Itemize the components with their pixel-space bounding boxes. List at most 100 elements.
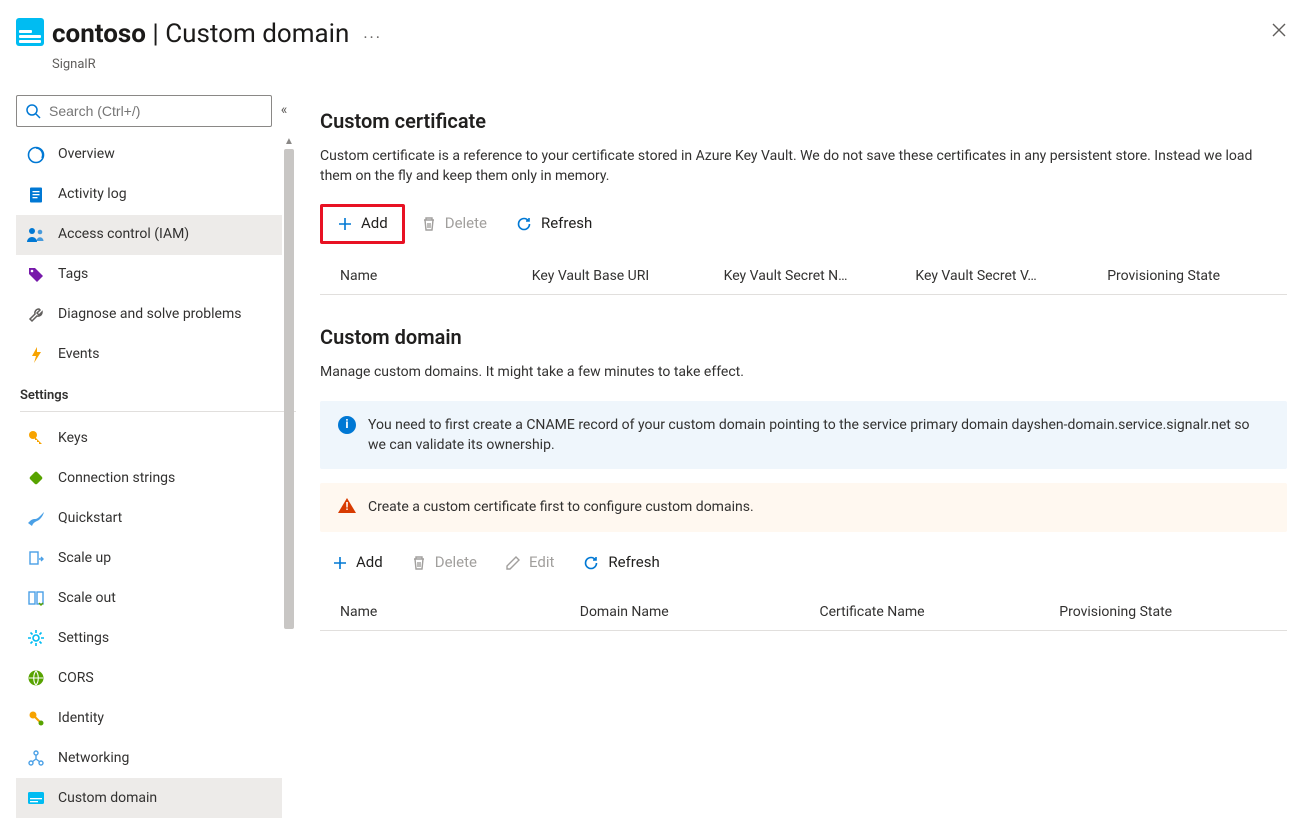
warning-banner: Create a custom certificate first to con… [320,483,1287,531]
scale-up-icon [26,548,46,568]
sidebar-item-custom-domain[interactable]: Custom domain [16,778,282,818]
sidebar-item-settings[interactable]: Settings [16,618,282,658]
cert-section-description: Custom certificate is a reference to you… [320,146,1280,187]
access-control-icon [26,225,46,245]
sidebar-item-label: Custom domain [58,788,272,808]
sidebar-item-label: Diagnose and solve problems [58,304,272,324]
info-banner: i You need to first create a CNAME recor… [320,401,1287,470]
refresh-icon [582,554,600,572]
sidebar-item-events[interactable]: Events [16,335,282,375]
close-button[interactable] [1263,14,1295,46]
cert-table-header: Name Key Vault Base URI Key Vault Secret… [320,258,1287,295]
column-header[interactable]: Name [320,266,520,286]
cert-table: Name Key Vault Base URI Key Vault Secret… [320,258,1287,295]
sidebar-item-label: Settings [58,628,272,648]
activity-log-icon [26,185,46,205]
refresh-icon [515,215,533,233]
networking-icon [26,748,46,768]
sidebar-item-label: Networking [58,748,272,768]
cert-toolbar: Add Delete Refresh [320,204,1287,244]
info-message: You need to first create a CNAME record … [368,415,1269,456]
sidebar-item-diagnose[interactable]: Diagnose and solve problems [16,295,282,335]
warning-icon [338,498,356,513]
sidebar-item-cors[interactable]: CORS [16,658,282,698]
sidebar-item-label: Scale out [58,588,272,608]
column-header[interactable]: Certificate Name [808,602,1048,622]
sidebar-item-label: Events [58,344,272,364]
domain-table: Name Domain Name Certificate Name Provis… [320,594,1287,631]
page-name: Custom domain [165,19,349,49]
domain-section-description: Manage custom domains. It might take a f… [320,362,1280,382]
button-label: Delete [445,213,487,235]
cert-add-button[interactable]: Add [320,204,405,244]
sidebar-item-connection-strings[interactable]: Connection strings [16,458,282,498]
sidebar-item-scale-out[interactable]: Scale out [16,578,282,618]
sidebar-item-access-control[interactable]: Access control (IAM) [16,215,282,255]
sidebar-item-label: CORS [58,668,272,688]
page-title: contoso | Custom domain [52,16,349,54]
sidebar-item-activity-log[interactable]: Activity log [16,175,282,215]
sidebar-item-keys[interactable]: Keys [16,418,282,458]
sidebar-item-label: Overview [58,144,272,164]
sidebar-item-tags[interactable]: Tags [16,255,282,295]
column-header[interactable]: Domain Name [568,602,808,622]
button-label: Refresh [608,552,659,574]
main-content: Custom certificate Custom certificate is… [296,83,1311,837]
domain-table-header: Name Domain Name Certificate Name Provis… [320,594,1287,631]
button-label: Refresh [541,213,592,235]
column-header[interactable]: Provisioning State [1095,266,1287,286]
cors-icon [26,668,46,688]
sidebar-item-label: Activity log [58,184,272,204]
button-label: Add [356,552,383,574]
sidebar-scrollbar[interactable]: ▲ [282,135,296,819]
more-actions-button[interactable]: ··· [363,26,382,49]
sidebar-section-settings: Settings [20,387,296,413]
cert-section-title: Custom certificate [320,107,1287,136]
close-icon [1271,22,1287,38]
resource-icon [16,18,44,46]
cert-refresh-button[interactable]: Refresh [503,207,604,241]
custom-domain-icon [26,788,46,808]
button-label: Edit [529,552,554,574]
trash-icon [421,216,437,232]
sidebar-item-identity[interactable]: Identity [16,698,282,738]
gear-icon [26,628,46,648]
scale-out-icon [26,588,46,608]
sidebar-item-label: Access control (IAM) [58,224,272,244]
domain-add-button[interactable]: Add [320,546,395,580]
sidebar-item-label: Connection strings [58,468,272,488]
sidebar-item-networking[interactable]: Networking [16,738,282,778]
blade-header: contoso | Custom domain SignalR ··· [0,0,1311,83]
wrench-icon [26,305,46,325]
domain-toolbar: Add Delete Edit Refresh [320,546,1287,580]
cert-delete-button: Delete [409,207,499,241]
sidebar-item-label: Scale up [58,548,272,568]
column-header[interactable]: Provisioning State [1047,602,1287,622]
column-header[interactable]: Key Vault Secret N… [712,266,904,286]
events-icon [26,345,46,365]
domain-refresh-button[interactable]: Refresh [570,546,671,580]
button-label: Add [361,213,388,235]
sidebar-item-label: Quickstart [58,508,272,528]
sidebar-item-overview[interactable]: Overview [16,135,282,175]
sidebar-nav: ▲ Overview Activity log Access control (… [16,135,296,819]
plus-icon [332,555,348,571]
pencil-icon [505,555,521,571]
button-label: Delete [435,552,477,574]
search-input[interactable] [47,102,263,120]
resource-type-label: SignalR [52,56,349,75]
overview-icon [26,145,46,165]
domain-edit-button: Edit [493,546,566,580]
sidebar-search[interactable] [16,95,272,127]
column-header[interactable]: Key Vault Base URI [520,266,712,286]
identity-icon [26,708,46,728]
column-header[interactable]: Name [320,602,568,622]
collapse-sidebar-button[interactable]: « [272,100,296,120]
sidebar: « ▲ Overview Activity log Access c [0,83,296,837]
sidebar-item-quickstart[interactable]: Quickstart [16,498,282,538]
domain-section-title: Custom domain [320,323,1287,352]
resource-name: contoso [52,19,146,49]
sidebar-item-scale-up[interactable]: Scale up [16,538,282,578]
search-icon [25,103,41,119]
column-header[interactable]: Key Vault Secret V… [903,266,1095,286]
